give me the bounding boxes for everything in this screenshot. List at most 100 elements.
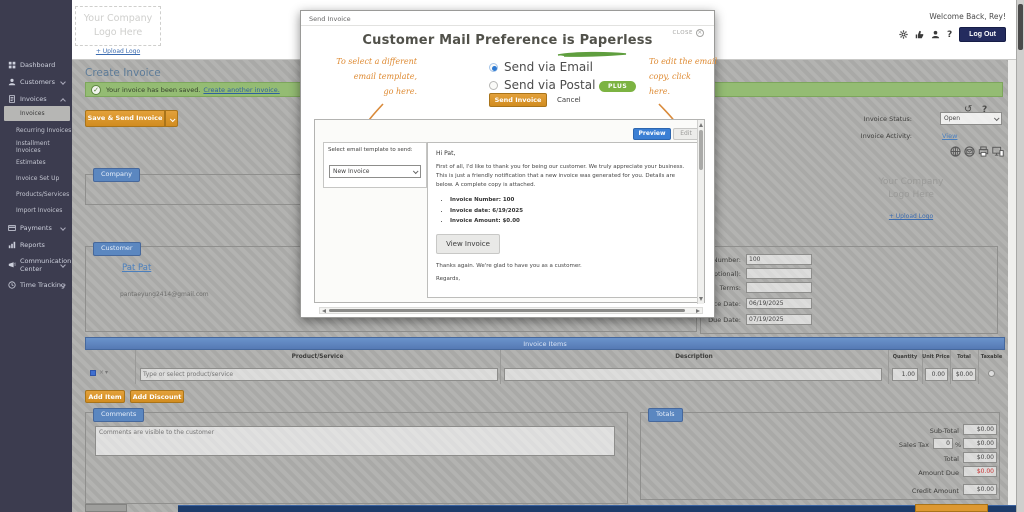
comments-section-tab: Comments — [93, 408, 144, 422]
page-scrollbar-thumb[interactable] — [1018, 4, 1023, 50]
sidebar-subitem-products-services[interactable]: Products/Services — [0, 187, 72, 202]
gear-icon[interactable] — [899, 30, 908, 39]
terms-input[interactable] — [746, 282, 812, 293]
customer-email: pantaeyung2414@gmail.com — [120, 291, 209, 298]
chevron-down-icon — [169, 116, 175, 122]
create-another-invoice-link[interactable]: Create another invoice. — [203, 86, 279, 94]
customer-section-tab: Customer — [93, 242, 141, 256]
invoice-logo-placeholder[interactable]: Your Company Logo Here — [868, 170, 954, 208]
cancel-link[interactable]: Cancel — [557, 96, 581, 104]
sub-total-value[interactable] — [963, 424, 997, 435]
scroll-right-icon[interactable] — [696, 309, 700, 313]
sidebar-subitem-invoice-set-up[interactable]: Invoice Set Up — [0, 171, 72, 186]
company-logo-placeholder[interactable]: Your Company Logo Here — [75, 6, 161, 46]
drag-handle[interactable] — [90, 370, 96, 376]
horizontal-scrollbar[interactable] — [319, 307, 703, 314]
due-date-input[interactable] — [746, 314, 812, 325]
total-value[interactable] — [963, 452, 997, 463]
scroll-left-icon[interactable] — [322, 309, 326, 313]
credit-amount-label: Credit Amount — [859, 487, 959, 495]
annotation-right: To edit the email copy, click here. — [649, 55, 721, 99]
add-item-button[interactable]: Add Item — [85, 390, 125, 403]
sidebar-item-label: Reports — [20, 241, 45, 249]
bottom-button-partial[interactable] — [85, 504, 127, 512]
logout-button[interactable]: Log Out — [959, 27, 1006, 42]
sidebar-subitem-installment-invoices[interactable]: Installment Invoices — [0, 139, 72, 154]
footer-bar — [178, 505, 1016, 512]
template-select-label: Select email template to send: — [328, 147, 422, 153]
upload-logo-link[interactable]: + Upload Logo — [75, 48, 161, 55]
annotation-left: To select a different email template, go… — [329, 55, 417, 99]
customer-name-link[interactable]: Pat Pat — [122, 263, 151, 273]
amount-due-label: Amount Due — [859, 469, 959, 477]
globe-icon[interactable] — [950, 146, 961, 157]
col-unit-price: Unit Price — [922, 354, 950, 360]
description-input[interactable] — [504, 368, 882, 381]
quantity-input[interactable] — [892, 368, 918, 381]
help-icon[interactable] — [947, 30, 952, 40]
edit-button[interactable]: Edit — [673, 128, 699, 140]
invoice-date-input[interactable] — [746, 298, 812, 309]
product-service-input[interactable] — [140, 368, 498, 381]
bullet-invoice-date: Invoice date: 6/19/2025 — [450, 206, 690, 216]
delete-row-icon[interactable] — [99, 369, 109, 376]
save-send-invoice-button[interactable]: Save & Send Invoice — [85, 110, 165, 127]
sidebar-item-invoices[interactable]: Invoices — [0, 92, 72, 106]
email-regards: Regards, — [436, 276, 690, 282]
sidebar-item-communication-center[interactable]: Communication Center — [0, 254, 72, 276]
sidebar-item-label: Invoices — [20, 95, 47, 103]
sidebar-item-reports[interactable]: Reports — [0, 238, 72, 252]
sidebar-item-customers[interactable]: Customers — [0, 75, 72, 89]
sidebar-item-time-tracking[interactable]: Time Tracking — [0, 278, 72, 292]
printer-icon[interactable] — [978, 146, 989, 157]
right-gutter — [1008, 60, 1016, 512]
vertical-scrollbar-thumb[interactable] — [699, 130, 703, 170]
sidebar-item-payments[interactable]: Payments — [0, 221, 72, 235]
invoice-number-input[interactable] — [746, 254, 812, 265]
line-total-input[interactable] — [952, 368, 976, 381]
page-scrollbar[interactable] — [1016, 0, 1024, 512]
po-number-input[interactable] — [746, 268, 812, 279]
sales-tax-value[interactable] — [963, 438, 997, 449]
unit-price-input[interactable] — [925, 368, 948, 381]
send-invoice-modal: Send Invoice CLOSE Customer Mail Prefere… — [300, 10, 715, 318]
send-invoice-button[interactable]: Send Invoice — [489, 93, 547, 107]
comments-textarea[interactable] — [95, 426, 615, 456]
vertical-scrollbar[interactable] — [697, 120, 704, 304]
taxable-checkbox[interactable] — [988, 370, 995, 377]
scroll-down-icon[interactable] — [699, 297, 703, 301]
email-template-select[interactable]: New Invoice — [329, 165, 421, 178]
save-send-dropdown-caret[interactable] — [165, 110, 178, 127]
sidebar-subitem-estimates[interactable]: Estimates — [0, 155, 72, 170]
preview-button[interactable]: Preview — [633, 128, 671, 140]
invoice-status-select[interactable]: Open — [940, 112, 1002, 125]
email-body: Hi Pat, First of all, I'd like to thank … — [427, 142, 699, 298]
thumbs-up-icon[interactable] — [915, 30, 924, 39]
sidebar-subitem-import-invoices[interactable]: Import Invoices — [0, 203, 72, 218]
bottom-orange-button-partial[interactable] — [915, 504, 988, 512]
sidebar-subitem-invoices[interactable]: Invoices — [4, 106, 70, 121]
send-via-postal-option[interactable]: Send via Postal — [489, 78, 595, 92]
add-discount-button[interactable]: Add Discount — [130, 390, 184, 403]
view-invoice-button[interactable]: View Invoice — [436, 234, 500, 254]
sidebar-subitem-recurring-invoices[interactable]: Recurring Invoices — [0, 123, 72, 138]
logo-text-line1: Your Company — [868, 176, 954, 189]
send-via-email-option[interactable]: Send via Email — [489, 60, 593, 74]
upload-logo-link[interactable]: + Upload Logo — [868, 213, 954, 220]
user-icon[interactable] — [931, 30, 940, 39]
devices-icon[interactable] — [992, 146, 1004, 157]
chevron-down-icon — [413, 168, 419, 174]
modal-titlebar: Send Invoice — [301, 11, 714, 26]
clock-icon — [8, 281, 16, 289]
invoice-activity-view-link[interactable]: View — [942, 132, 957, 140]
sales-tax-rate-input[interactable] — [933, 438, 953, 449]
credit-amount-value[interactable] — [963, 484, 997, 495]
scroll-up-icon[interactable] — [699, 123, 703, 127]
sidebar-item-dashboard[interactable]: Dashboard — [0, 58, 72, 72]
modal-heading: Customer Mail Preference is Paperless — [301, 33, 714, 48]
horizontal-scrollbar-thumb[interactable] — [329, 309, 685, 312]
email-icon[interactable] — [964, 146, 975, 157]
subnav-label: Products/Services — [16, 191, 69, 198]
totals-section: Sub-Total Sales Tax % Total Amount Due C… — [640, 412, 1000, 500]
amount-due-value[interactable] — [963, 466, 997, 477]
